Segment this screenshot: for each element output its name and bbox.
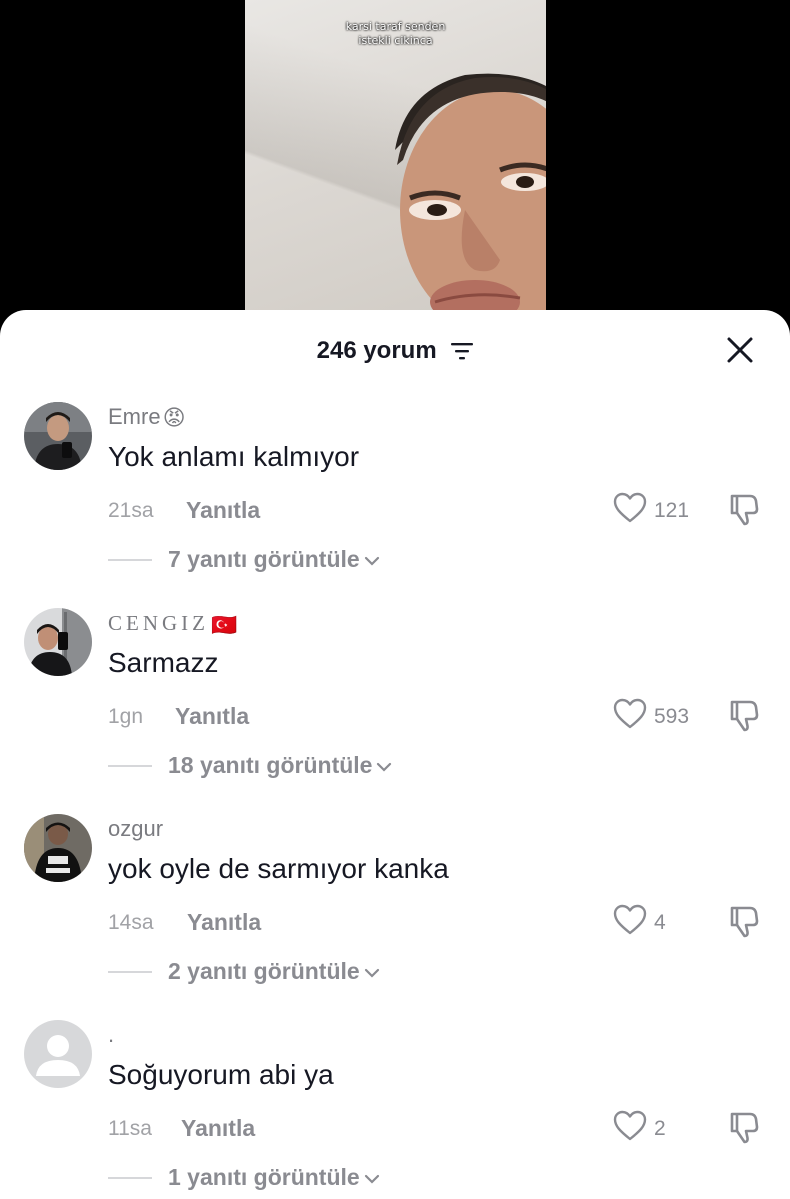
chevron-down-icon <box>377 762 392 772</box>
comment-item: Emre😡 Yok anlamı kalmıyor 21sa Yanıtla 1… <box>0 402 790 608</box>
video-caption-line1: karsi taraf senden <box>345 20 446 33</box>
comment-text: Yok anlamı kalmıyor <box>108 441 360 472</box>
view-replies-label: 2 yanıtı görüntüle <box>168 958 360 984</box>
username-text: CENGIZ <box>108 611 209 635</box>
video-background[interactable]: karsi taraf senden istekli cikinca <box>0 0 790 330</box>
comment-username[interactable]: Emre😡 <box>108 404 186 431</box>
heart-icon[interactable] <box>612 490 648 526</box>
comment-time: 21sa <box>108 499 154 522</box>
view-replies-label: 1 yanıtı görüntüle <box>168 1164 360 1190</box>
thumbs-down-icon[interactable] <box>724 1108 762 1146</box>
avatar[interactable] <box>24 814 92 882</box>
heart-icon[interactable] <box>612 696 648 732</box>
avatar[interactable] <box>24 402 92 470</box>
reply-button[interactable]: Yanıtla <box>186 497 260 523</box>
comments-title: 246 yorum <box>0 336 790 365</box>
like-count: 2 <box>654 1117 666 1140</box>
turkey-flag-emoji: 🇹🇷 <box>211 613 242 638</box>
comments-header: 246 yorum <box>0 310 790 388</box>
heart-icon[interactable] <box>612 902 648 938</box>
like-count: 121 <box>654 499 690 522</box>
filter-icon[interactable] <box>451 342 474 360</box>
comment-time: 14sa <box>108 911 154 934</box>
avatar[interactable] <box>24 608 92 676</box>
comment-count: 246 yorum <box>316 336 437 364</box>
heart-icon[interactable] <box>612 1108 648 1144</box>
comment-time: 11sa <box>108 1117 152 1140</box>
chevron-down-icon <box>364 556 379 566</box>
comment-text: yok oyle de sarmıyor kanka <box>108 853 449 884</box>
avatar[interactable] <box>24 1020 92 1088</box>
comment-username[interactable]: CENGIZ🇹🇷 <box>108 610 241 638</box>
comment-time: 1gn <box>108 705 144 728</box>
like-count: 593 <box>654 705 690 728</box>
replies-divider <box>108 559 152 561</box>
replies-divider <box>108 1177 152 1179</box>
comments-sheet: 246 yorum Emre😡 Yok anlamı kalmıyor 21sa… <box>0 310 790 1199</box>
comment-text: Sarmazz <box>108 647 219 678</box>
chevron-down-icon <box>364 968 379 978</box>
angry-face-emoji: 😡 <box>162 405 186 431</box>
view-replies-button[interactable]: 7 yanıtı görüntüle <box>168 545 380 573</box>
thumbs-down-icon[interactable] <box>724 490 762 528</box>
view-replies-label: 7 yanıtı görüntüle <box>168 546 360 572</box>
reply-button[interactable]: Yanıtla <box>181 1115 255 1141</box>
comment-item: CENGIZ🇹🇷 Sarmazz 1gn Yanıtla 593 18 yanı… <box>0 608 790 814</box>
comment-item: ozgur yok oyle de sarmıyor kanka 14sa Ya… <box>0 814 790 1020</box>
view-replies-button[interactable]: 18 yanıtı görüntüle <box>168 751 392 779</box>
replies-divider <box>108 765 152 767</box>
view-replies-button[interactable]: 2 yanıtı görüntüle <box>168 957 380 985</box>
chevron-down-icon <box>364 1174 379 1184</box>
close-icon[interactable] <box>724 334 756 366</box>
comment-username[interactable]: ozgur <box>108 816 163 842</box>
view-replies-button[interactable]: 1 yanıtı görüntüle <box>168 1163 380 1191</box>
like-count: 4 <box>654 911 666 934</box>
view-replies-label: 18 yanıtı görüntüle <box>168 752 373 778</box>
comment-text: Soğuyorum abi ya <box>108 1059 334 1090</box>
comment-username[interactable]: . <box>108 1022 114 1048</box>
thumbs-down-icon[interactable] <box>724 696 762 734</box>
thumbs-down-icon[interactable] <box>724 902 762 940</box>
video-player[interactable]: karsi taraf senden istekli cikinca <box>245 0 546 330</box>
reply-button[interactable]: Yanıtla <box>175 703 249 729</box>
video-person-image <box>395 73 546 330</box>
replies-divider <box>108 971 152 973</box>
video-caption: karsi taraf senden istekli cikinca <box>245 20 546 48</box>
reply-button[interactable]: Yanıtla <box>187 909 261 935</box>
comment-item: . Soğuyorum abi ya 11sa Yanıtla 2 1 yanı… <box>0 1020 790 1199</box>
username-text: Emre <box>108 404 161 429</box>
video-caption-line2: istekli cikinca <box>358 34 433 47</box>
